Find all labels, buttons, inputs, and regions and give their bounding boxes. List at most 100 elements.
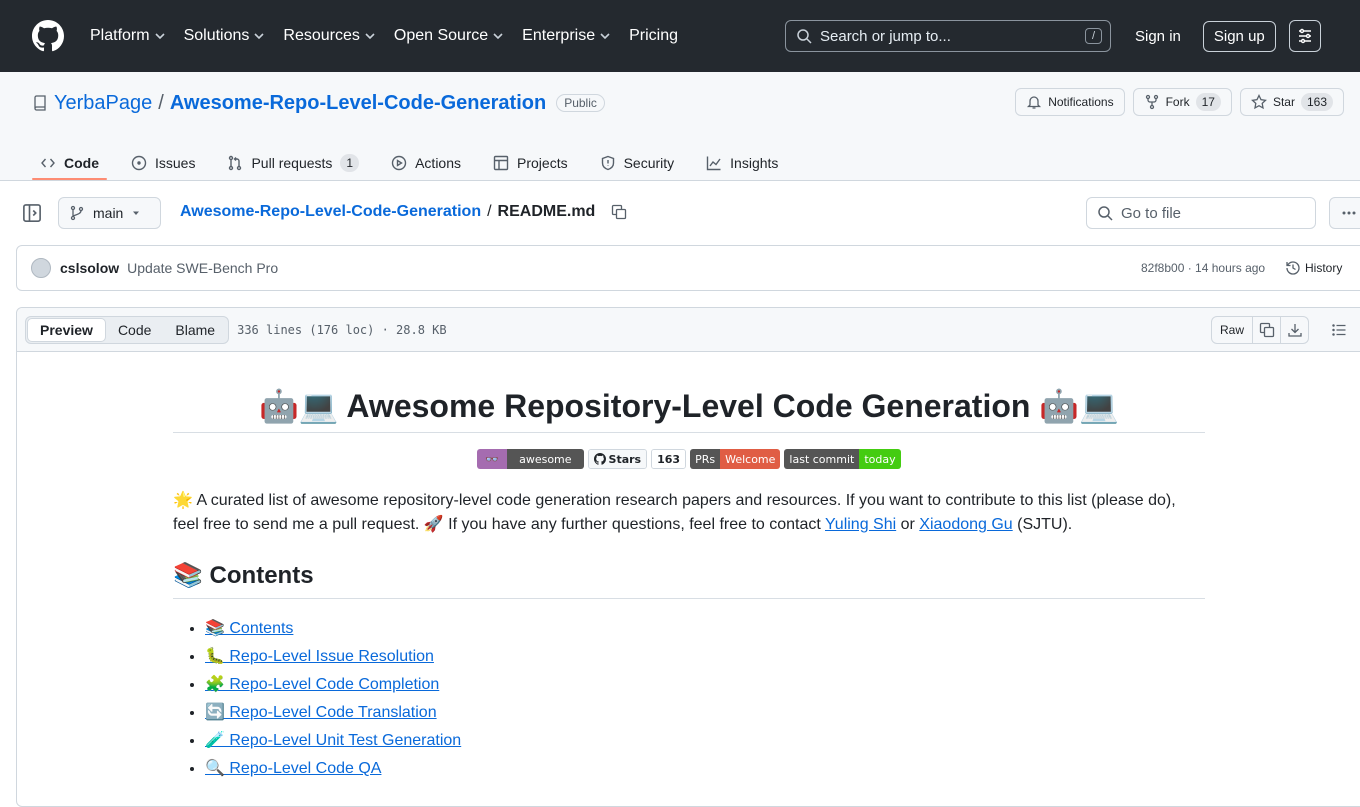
global-header: Platform Solutions Resources Open Source… [0, 0, 1360, 72]
go-to-file-input[interactable]: Go to file [1086, 197, 1316, 229]
breadcrumb-filename: README.md [497, 203, 596, 220]
toc-link-code-completion[interactable]: 🧩 Repo-Level Code Completion [205, 671, 1205, 699]
readme-title: 🤖💻 Awesome Repository-Level Code Generat… [173, 350, 1205, 433]
commit-meta[interactable]: 82f8b00 · 14 hours ago [1141, 261, 1265, 275]
star-button[interactable]: Star 163 [1239, 88, 1344, 116]
commit-message[interactable]: Update SWE-Bench Pro [127, 260, 278, 276]
search-placeholder: Search or jump to... [820, 27, 951, 45]
commit-author[interactable]: cslsolow [60, 260, 119, 276]
awesome-badge[interactable]: 👓 awesome [477, 449, 584, 469]
preview-mode-button[interactable]: Preview [27, 317, 106, 342]
branch-selector[interactable]: main [58, 197, 161, 229]
table-icon [493, 155, 509, 171]
repo-icon [34, 95, 46, 111]
readme-content: 🤖💻 Awesome Repository-Level Code Generat… [173, 350, 1205, 783]
tab-code[interactable]: Code [32, 146, 107, 180]
file-breadcrumb: Awesome-Repo-Level-Code-Generation / REA… [180, 203, 627, 221]
star-icon [1251, 94, 1267, 110]
file-actions: Raw [1211, 316, 1347, 344]
fork-count: 17 [1195, 93, 1221, 111]
stars-badge[interactable]: Stars [587, 449, 648, 469]
breadcrumb-separator: / [487, 203, 492, 220]
kebab-horizontal-icon [1342, 211, 1356, 215]
contents-heading: 📚 Contents [173, 561, 1205, 599]
repo-owner-link[interactable]: YerbaPage [54, 92, 152, 115]
download-button[interactable] [1281, 316, 1310, 344]
stars-badge-label: Stars [588, 450, 647, 468]
visibility-badge: Public [556, 94, 605, 112]
sliders-icon [1298, 28, 1311, 44]
search-icon [797, 29, 812, 44]
nav-solutions[interactable]: Solutions [184, 27, 266, 45]
code-icon [41, 158, 55, 168]
repo-path-separator: / [158, 91, 164, 114]
bell-icon [1027, 96, 1042, 109]
nav-open-source[interactable]: Open Source [394, 27, 504, 45]
more-options-button[interactable] [1329, 197, 1360, 229]
tab-projects[interactable]: Projects [485, 146, 576, 180]
stars-count-badge[interactable]: 163 [651, 449, 687, 469]
branch-icon [70, 205, 84, 221]
avatar[interactable] [31, 258, 51, 278]
tab-insights[interactable]: Insights [698, 146, 786, 180]
toc-link-contents[interactable]: 📚 Contents [205, 615, 1205, 643]
raw-button[interactable]: Raw [1211, 316, 1254, 344]
top-nav: Platform Solutions Resources Open Source… [90, 27, 696, 45]
tab-pull-requests[interactable]: Pull requests 1 [219, 146, 367, 180]
shield-icon [601, 155, 614, 171]
toc-link-issue-resolution[interactable]: 🐛 Repo-Level Issue Resolution [205, 643, 1205, 671]
outline-button[interactable] [1331, 322, 1347, 338]
play-icon [391, 155, 407, 171]
tab-actions[interactable]: Actions [383, 146, 469, 180]
github-logo-icon[interactable] [32, 20, 64, 52]
tab-issues[interactable]: Issues [123, 146, 203, 180]
chevron-down-icon [254, 33, 264, 40]
settings-menu-button[interactable] [1288, 20, 1321, 52]
download-icon [1287, 324, 1302, 337]
toc-link-code-qa[interactable]: 🔍 Repo-Level Code QA [205, 755, 1205, 783]
sign-in-link[interactable]: Sign in [1135, 28, 1181, 45]
code-mode-button[interactable]: Code [106, 318, 163, 342]
contact-link-yuling-shi[interactable]: Yuling Shi [825, 516, 896, 533]
search-shortcut-key: / [1084, 28, 1102, 44]
chevron-down-icon [600, 33, 610, 40]
chevron-down-icon [365, 33, 375, 40]
prs-welcome-badge[interactable]: PRs Welcome [690, 449, 781, 469]
file-info: 336 lines (176 loc) · 28.8 KB [237, 322, 447, 337]
notifications-button[interactable]: Notifications [1015, 88, 1125, 116]
contact-link-xiaodong-gu[interactable]: Xiaodong Gu [919, 516, 1012, 533]
sign-up-button[interactable]: Sign up [1202, 20, 1276, 52]
nav-pricing[interactable]: Pricing [629, 27, 678, 45]
nav-enterprise[interactable]: Enterprise [522, 27, 611, 45]
search-input[interactable]: Search or jump to... / [785, 20, 1111, 52]
toc-link-unit-test-generation[interactable]: 🧪 Repo-Level Unit Test Generation [205, 727, 1205, 755]
table-of-contents: 📚 Contents 🐛 Repo-Level Issue Resolution… [173, 615, 1205, 783]
sidebar-expand-icon[interactable] [22, 203, 42, 223]
repo-tabs: Code Issues Pull requests 1 Actions Proj… [32, 146, 802, 180]
blame-mode-button[interactable]: Blame [163, 318, 227, 342]
breadcrumb-repo-link[interactable]: Awesome-Repo-Level-Code-Generation [180, 203, 481, 221]
branch-name: main [93, 205, 124, 221]
history-button[interactable]: History [1285, 260, 1342, 276]
caret-down-icon [133, 211, 140, 215]
fork-button[interactable]: Fork 17 [1132, 88, 1232, 116]
list-unordered-icon [1332, 324, 1346, 336]
file-viewer-toolbar: Preview Code Blame 336 lines (176 loc) ·… [17, 308, 1360, 352]
repo-name-link[interactable]: Awesome-Repo-Level-Code-Generation [170, 92, 546, 115]
chevron-down-icon [155, 33, 165, 40]
toc-link-code-translation[interactable]: 🔄 Repo-Level Code Translation [205, 699, 1205, 727]
fork-icon [1145, 94, 1158, 110]
github-mark-icon [593, 453, 606, 465]
history-icon [1286, 261, 1300, 275]
last-commit-badge[interactable]: last commit today [784, 449, 901, 469]
latest-commit-bar: cslsolow Update SWE-Bench Pro 82f8b00 · … [16, 245, 1360, 291]
copy-icon [1259, 322, 1274, 338]
copy-raw-button[interactable] [1253, 316, 1282, 344]
nav-resources[interactable]: Resources [283, 27, 375, 45]
copy-path-icon[interactable] [611, 204, 627, 220]
tab-security[interactable]: Security [592, 146, 683, 180]
nav-platform[interactable]: Platform [90, 27, 166, 45]
pull-request-icon [229, 155, 242, 171]
repo-title: YerbaPage / Awesome-Repo-Level-Code-Gene… [32, 72, 605, 134]
chevron-down-icon [493, 33, 503, 40]
